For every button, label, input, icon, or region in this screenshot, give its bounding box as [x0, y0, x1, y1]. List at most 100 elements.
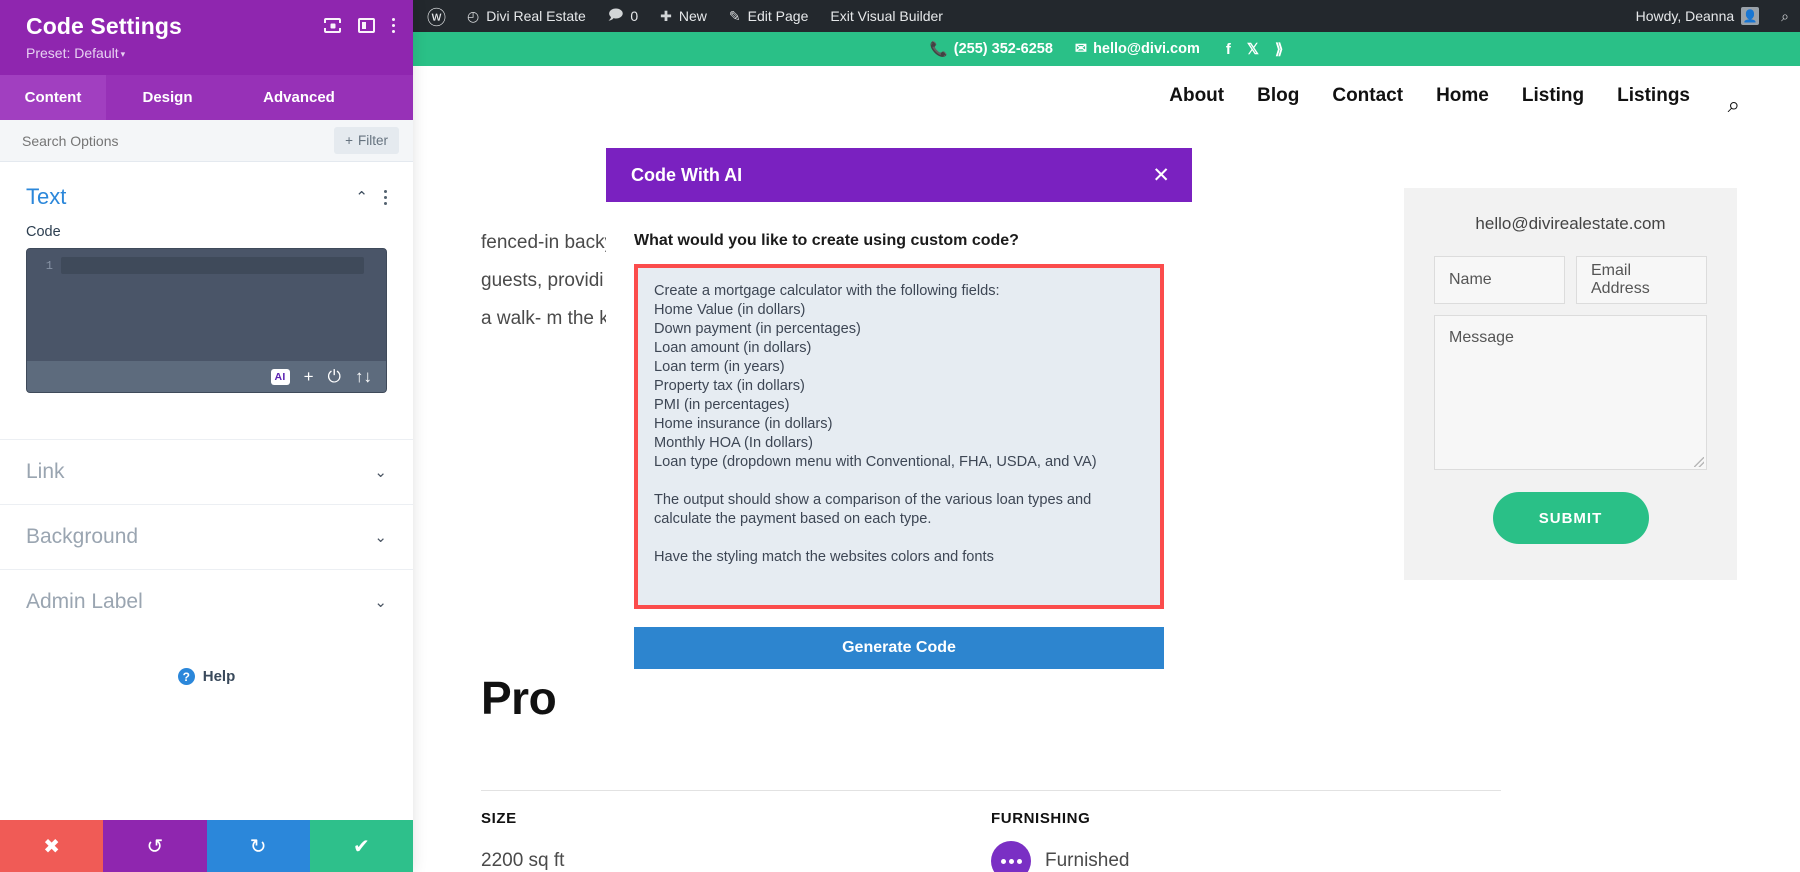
tab-content[interactable]: Content: [0, 75, 106, 121]
modal-body: What would you like to create using cust…: [606, 202, 1192, 627]
exit-visual-builder-label: Exit Visual Builder: [830, 8, 943, 24]
nav-item-listings[interactable]: Listings: [1617, 85, 1690, 107]
account-menu[interactable]: Howdy, Deanna 👤: [1625, 0, 1771, 32]
tab-advanced[interactable]: Advanced: [229, 75, 369, 120]
message-textarea[interactable]: Message: [1434, 315, 1707, 470]
accordion-link-label: Link: [26, 460, 65, 484]
nav-item-about[interactable]: About: [1169, 85, 1224, 107]
phone-icon: 📞: [929, 41, 948, 58]
site-navigation: About Blog Contact Home Listing Listings: [413, 66, 1800, 126]
settings-panel-footer: ✖ ↺ ↻ ✔: [0, 820, 413, 872]
code-active-line: [61, 257, 364, 275]
site-search-icon[interactable]: ⌕: [1728, 92, 1740, 118]
chevron-down-icon: ⌄: [374, 529, 387, 547]
ellipsis-icon[interactable]: [991, 841, 1031, 872]
help-button[interactable]: ? Help: [0, 634, 413, 719]
comment-bubble-icon: 🗩: [607, 6, 624, 22]
contact-card-email: hello@divirealestate.com: [1475, 214, 1666, 233]
section-more-icon[interactable]: [384, 189, 387, 205]
admin-search-button[interactable]: ⌕: [1770, 0, 1800, 32]
site-name-label: Divi Real Estate: [486, 8, 586, 24]
settings-panel-header: Code Settings Preset: Default ▾: [0, 0, 413, 76]
modal-header: Code With AI ✕: [606, 148, 1192, 202]
generate-code-button[interactable]: Generate Code: [634, 627, 1164, 669]
tab-design[interactable]: Design: [106, 75, 229, 120]
code-with-ai-modal: Code With AI ✕ What would you like to cr…: [606, 148, 1192, 691]
code-field-label: Code: [26, 224, 61, 241]
wp-admin-bar: ⓦ ◴ Divi Real Estate 🗩 0 ✚ New ✎ Edit Pa…: [413, 0, 1800, 32]
avatar-glyph: 👤: [1742, 9, 1758, 23]
social-links: f 𝕏 ⟫: [1226, 40, 1283, 59]
text-section-title: Text: [26, 184, 67, 210]
nav-item-blog[interactable]: Blog: [1257, 85, 1299, 107]
submit-button[interactable]: SUBMIT: [1492, 492, 1649, 544]
code-editor[interactable]: 1 AI + ⏻ ↑↓: [26, 248, 387, 394]
search-input[interactable]: [22, 132, 252, 149]
email-input[interactable]: Email Address: [1576, 256, 1707, 304]
chevron-down-icon: ▾: [120, 49, 126, 60]
module-settings-panel: Code Settings Preset: Default ▾ Content D…: [0, 0, 413, 872]
filter-button[interactable]: + Filter: [334, 127, 399, 155]
preset-label: Preset: Default: [26, 45, 119, 62]
save-button[interactable]: ✔: [309, 820, 413, 872]
spec-furnishing: FURNISHING Furnished: [991, 810, 1130, 872]
wordpress-logo-icon[interactable]: ⓦ: [413, 0, 456, 32]
panel-header-icons: [324, 18, 395, 33]
text-section-header[interactable]: Text ⌃: [0, 162, 413, 224]
envelope-icon: ✉: [1074, 41, 1088, 57]
undo-button[interactable]: ↺: [103, 820, 207, 872]
power-icon[interactable]: ⏻: [328, 368, 341, 385]
settings-tabs: Content Design Advanced: [0, 75, 413, 121]
code-editor-area[interactable]: 1: [27, 249, 386, 362]
comments-menu[interactable]: 🗩 0: [597, 0, 649, 32]
add-icon[interactable]: +: [304, 368, 314, 385]
spec-size: SIZE 2200 sq ft: [481, 810, 564, 872]
section-divider: [481, 790, 1501, 791]
property-heading: Pro: [481, 672, 557, 724]
twitter-x-icon[interactable]: 𝕏: [1247, 40, 1259, 58]
new-content-menu[interactable]: ✚ New: [649, 0, 718, 32]
more-options-icon[interactable]: [392, 18, 395, 33]
site-name-menu[interactable]: ◴ Divi Real Estate: [456, 0, 597, 32]
help-label: Help: [202, 668, 236, 686]
wordpress-logo-glyph: ⓦ: [427, 7, 447, 29]
nav-item-listing[interactable]: Listing: [1522, 85, 1584, 107]
site-top-contact-bar: 📞 (255) 352-6258 ✉ hello@divi.com f 𝕏 ⟫: [413, 32, 1800, 66]
close-icon[interactable]: ✕: [1152, 165, 1170, 186]
search-icon: ⌕: [1781, 7, 1789, 24]
code-editor-toolbar: AI + ⏻ ↑↓: [27, 361, 386, 393]
modal-footer: Generate Code: [606, 627, 1192, 691]
ai-icon[interactable]: AI: [270, 368, 290, 385]
edit-page-link[interactable]: ✎ Edit Page: [718, 0, 819, 32]
focus-module-icon[interactable]: [324, 18, 341, 33]
cancel-button[interactable]: ✖: [0, 820, 104, 872]
facebook-icon[interactable]: f: [1226, 41, 1231, 58]
settings-panel-body: Text ⌃ Code 1 AI + ⏻ ↑↓ Link ⌄ Backgroun…: [0, 162, 413, 820]
chevron-up-icon[interactable]: ⌃: [355, 190, 368, 205]
expand-icon[interactable]: ↑↓: [355, 368, 372, 385]
name-input[interactable]: Name: [1434, 256, 1565, 304]
email-link[interactable]: ✉ hello@divi.com: [1075, 41, 1200, 57]
rss-icon[interactable]: ⟫: [1275, 40, 1283, 58]
exit-visual-builder-link[interactable]: Exit Visual Builder: [819, 0, 954, 32]
preset-selector[interactable]: Preset: Default ▾: [26, 45, 393, 61]
email-address: hello@divi.com: [1093, 41, 1200, 57]
search-options-bar: + Filter: [0, 120, 413, 163]
spec-size-value: 2200 sq ft: [481, 850, 565, 871]
accordion-link[interactable]: Link ⌄: [0, 439, 413, 504]
accordion-admin-label[interactable]: Admin Label ⌄: [0, 569, 413, 634]
new-label: New: [678, 8, 707, 24]
redo-button[interactable]: ↻: [206, 820, 310, 872]
accordion-background[interactable]: Background ⌄: [0, 504, 413, 569]
phone-number: (255) 352-6258: [953, 41, 1053, 57]
filter-label: Filter: [358, 133, 388, 149]
nav-item-home[interactable]: Home: [1436, 85, 1489, 107]
panel-layout-icon[interactable]: [358, 18, 375, 33]
chevron-down-icon: ⌄: [374, 594, 387, 612]
help-icon: ?: [177, 668, 195, 686]
howdy-label: Howdy, Deanna: [1635, 8, 1735, 24]
phone-link[interactable]: 📞 (255) 352-6258: [930, 41, 1053, 58]
nav-item-contact[interactable]: Contact: [1332, 85, 1403, 107]
ai-prompt-textarea[interactable]: Create a mortgage calculator with the fo…: [634, 264, 1164, 609]
